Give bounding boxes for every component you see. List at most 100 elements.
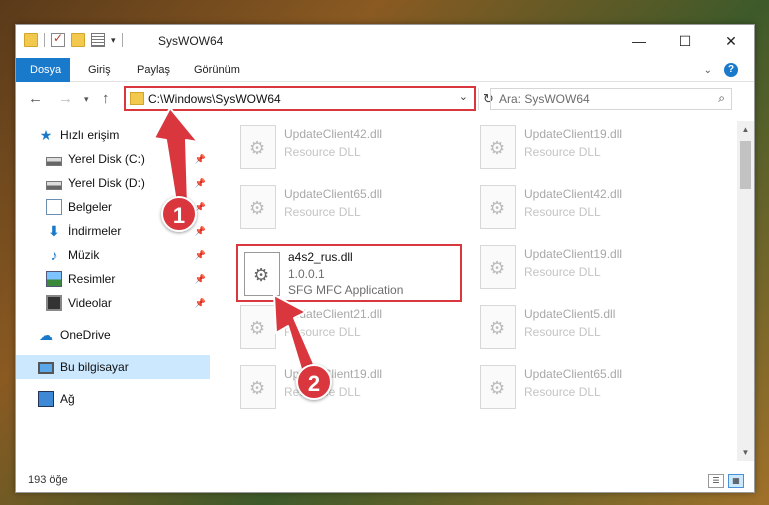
folder-icon bbox=[24, 33, 38, 47]
scroll-down-icon[interactable]: ▼ bbox=[737, 444, 754, 461]
file-item[interactable]: UpdateClient65.dll Resource DLL bbox=[236, 183, 466, 239]
tab-file[interactable]: Dosya bbox=[16, 58, 70, 82]
disk-icon bbox=[46, 156, 62, 166]
pin-icon[interactable]: 📌 bbox=[195, 178, 206, 189]
quick-access-toolbar: ▾ bbox=[24, 31, 123, 47]
chevron-down-icon[interactable]: ⌄ bbox=[459, 90, 468, 103]
nav-videos[interactable]: Videolar 📌 bbox=[16, 291, 210, 315]
scroll-thumb[interactable] bbox=[740, 141, 751, 189]
callout-2: 2 bbox=[296, 364, 332, 400]
file-name: UpdateClient21.dll bbox=[284, 307, 383, 321]
file-description: Resource DLL bbox=[524, 385, 601, 399]
file-item[interactable]: UpdateClient42.dll Resource DLL bbox=[236, 123, 466, 179]
dll-file-icon bbox=[240, 125, 276, 169]
vertical-scrollbar[interactable]: ▲ ▼ bbox=[737, 121, 754, 461]
music-icon: ♪ bbox=[50, 247, 58, 263]
dll-file-icon bbox=[480, 305, 516, 349]
help-icon[interactable]: ? bbox=[724, 63, 738, 77]
properties-check-icon[interactable] bbox=[51, 31, 65, 47]
dll-file-icon bbox=[480, 365, 516, 409]
explorer-window: ▾ SysWOW64 — ☐ ✕ Dosya Giriş Paylaş Görü… bbox=[15, 24, 755, 493]
forward-arrow-icon[interactable]: → bbox=[58, 90, 73, 107]
customize-icon[interactable] bbox=[91, 33, 105, 47]
selected-file-item[interactable]: a4s2_rus.dll 1.0.0.1 SFG MFC Application bbox=[236, 244, 462, 302]
video-icon bbox=[46, 295, 62, 311]
up-arrow-icon[interactable]: ↑ bbox=[102, 90, 110, 107]
pin-icon[interactable]: 📌 bbox=[195, 154, 206, 165]
network-icon bbox=[38, 391, 54, 407]
document-icon bbox=[46, 199, 62, 215]
picture-icon bbox=[46, 271, 62, 287]
file-description: Resource DLL bbox=[284, 145, 361, 159]
file-item[interactable]: UpdateClient19.dll Resource DLL bbox=[476, 123, 706, 179]
minimize-button[interactable]: — bbox=[616, 25, 662, 57]
file-item[interactable]: UpdateClient5.dll Resource DLL bbox=[476, 303, 706, 359]
file-list: UpdateClient42.dll Resource DLL UpdateCl… bbox=[216, 121, 726, 461]
file-name: UpdateClient19.dll bbox=[524, 127, 623, 141]
address-bar[interactable]: C:\Windows\SysWOW64 ⌄ bbox=[124, 86, 476, 111]
dll-file-icon bbox=[240, 305, 276, 349]
file-description: SFG MFC Application bbox=[288, 283, 404, 297]
file-name: UpdateClient65.dll bbox=[524, 367, 623, 381]
tab-view[interactable]: Görünüm bbox=[180, 58, 254, 82]
window-title: SysWOW64 bbox=[158, 34, 224, 48]
status-bar: 193 öğe ☰ ▦ bbox=[16, 470, 754, 492]
pin-icon[interactable]: 📌 bbox=[195, 298, 206, 309]
file-item[interactable]: UpdateClient19.dll Resource DLL bbox=[236, 363, 466, 419]
recent-locations-icon[interactable]: ▾ bbox=[84, 94, 89, 105]
search-input[interactable]: Ara: SysWOW64 ⌕ bbox=[490, 88, 732, 110]
ribbon-tabs: Dosya Giriş Paylaş Görünüm ⌄ ? bbox=[16, 58, 754, 82]
nav-label: İndirmeler bbox=[68, 224, 122, 238]
dll-file-icon bbox=[480, 185, 516, 229]
item-count: 193 öğe bbox=[28, 474, 68, 486]
nav-label: Bu bilgisayar bbox=[60, 360, 129, 374]
star-icon: ★ bbox=[39, 127, 53, 143]
file-description: Resource DLL bbox=[284, 205, 361, 219]
navigation-pane: ★ Hızlı erişim Yerel Disk (C:) 📌 Yerel D… bbox=[16, 121, 210, 461]
scroll-up-icon[interactable]: ▲ bbox=[737, 121, 754, 138]
nav-network[interactable]: Ağ bbox=[16, 387, 210, 411]
tab-share[interactable]: Paylaş bbox=[123, 58, 184, 82]
nav-label: OneDrive bbox=[60, 328, 111, 342]
chevron-down-icon[interactable]: ▾ bbox=[111, 35, 116, 46]
expand-ribbon-icon[interactable]: ⌄ bbox=[704, 65, 712, 76]
nav-music[interactable]: ♪ Müzik 📌 bbox=[16, 243, 210, 267]
file-item[interactable]: UpdateClient65.dll Resource DLL bbox=[476, 363, 706, 419]
divider bbox=[44, 33, 45, 47]
nav-pictures[interactable]: Resimler 📌 bbox=[16, 267, 210, 291]
address-row: ← → ▾ ↑ C:\Windows\SysWOW64 ⌄ ↻ Ara: Sys… bbox=[16, 82, 754, 115]
file-description: Resource DLL bbox=[524, 325, 601, 339]
nav-label: Belgeler bbox=[68, 200, 113, 214]
back-arrow-icon[interactable]: ← bbox=[28, 90, 43, 107]
pin-icon[interactable]: 📌 bbox=[195, 250, 206, 261]
disk-icon bbox=[46, 180, 62, 190]
dll-file-icon bbox=[244, 252, 280, 296]
file-description: Resource DLL bbox=[524, 265, 601, 279]
details-view-icon[interactable]: ☰ bbox=[708, 474, 724, 488]
file-item[interactable]: UpdateClient19.dll Resource DLL bbox=[476, 243, 706, 299]
dll-file-icon bbox=[480, 245, 516, 289]
dll-file-icon bbox=[240, 185, 276, 229]
file-item[interactable]: UpdateClient21.dll Resource DLL bbox=[236, 303, 466, 359]
nav-local-disk-d[interactable]: Yerel Disk (D:) 📌 bbox=[16, 171, 210, 195]
file-item[interactable]: UpdateClient42.dll Resource DLL bbox=[476, 183, 706, 239]
tiles-view-icon[interactable]: ▦ bbox=[728, 474, 744, 488]
file-name: UpdateClient42.dll bbox=[524, 187, 623, 201]
file-description: Resource DLL bbox=[284, 325, 361, 339]
nav-label: Resimler bbox=[68, 272, 116, 286]
nav-label: Müzik bbox=[68, 248, 100, 262]
dll-file-icon bbox=[480, 125, 516, 169]
new-folder-icon[interactable] bbox=[71, 33, 85, 47]
cloud-icon: ☁ bbox=[39, 327, 53, 343]
nav-quick-access[interactable]: ★ Hızlı erişim bbox=[16, 123, 210, 147]
pin-icon[interactable]: 📌 bbox=[195, 226, 206, 237]
pin-icon[interactable]: 📌 bbox=[195, 274, 206, 285]
tab-home[interactable]: Giriş bbox=[74, 58, 125, 82]
nav-local-disk-c[interactable]: Yerel Disk (C:) 📌 bbox=[16, 147, 210, 171]
nav-this-pc[interactable]: Bu bilgisayar bbox=[16, 355, 210, 379]
file-version: 1.0.0.1 bbox=[288, 267, 325, 281]
nav-onedrive[interactable]: ☁ OneDrive bbox=[16, 323, 210, 347]
close-button[interactable]: ✕ bbox=[708, 25, 754, 57]
nav-label: Yerel Disk (D:) bbox=[68, 176, 145, 190]
maximize-button[interactable]: ☐ bbox=[662, 25, 708, 57]
